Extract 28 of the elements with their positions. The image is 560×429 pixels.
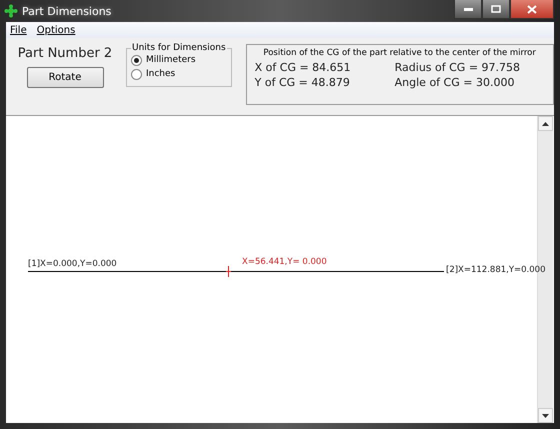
midpoint-marker bbox=[226, 266, 231, 277]
cg-value: X of CG = 84.651 bbox=[254, 61, 352, 74]
up-arrow-icon bbox=[542, 122, 549, 126]
rotate-button[interactable]: Rotate bbox=[26, 67, 104, 88]
unit-radio[interactable]: Millimeters bbox=[131, 53, 227, 67]
app-icon bbox=[4, 4, 18, 18]
menu-item[interactable]: File bbox=[10, 24, 27, 36]
scroll-up-button[interactable] bbox=[538, 116, 553, 131]
end-point-label: [2]X=112.881,Y=0.000 bbox=[446, 265, 546, 275]
cg-panel-title: Position of the CG of the part relative to the center of the mirror bbox=[262, 48, 537, 58]
cg-value: Angle of CG = 30.000 bbox=[394, 76, 516, 89]
maximize-button[interactable] bbox=[482, 0, 510, 19]
part-number-label: Part Number 2 bbox=[18, 46, 112, 61]
close-icon bbox=[527, 4, 537, 14]
minimize-button[interactable] bbox=[454, 0, 482, 19]
down-arrow-icon bbox=[542, 414, 549, 418]
start-point-label: [1]X=0.000,Y=0.000 bbox=[28, 259, 117, 269]
cg-value: Radius of CG = 97.758 bbox=[394, 61, 522, 74]
menu-item[interactable]: Options bbox=[36, 24, 76, 36]
scroll-down-button[interactable] bbox=[538, 408, 553, 423]
cg-value: Y of CG = 48.879 bbox=[254, 76, 351, 89]
maximize-icon bbox=[491, 5, 501, 13]
units-group-title: Units for Dimensions bbox=[131, 43, 227, 53]
unit-radio[interactable]: Inches bbox=[131, 67, 227, 81]
minimize-icon bbox=[464, 8, 472, 10]
close-button[interactable] bbox=[510, 0, 554, 19]
midpoint-label: X=56.441,Y= 0.000 bbox=[242, 257, 327, 267]
window-title: Part Dimensions bbox=[22, 4, 112, 18]
